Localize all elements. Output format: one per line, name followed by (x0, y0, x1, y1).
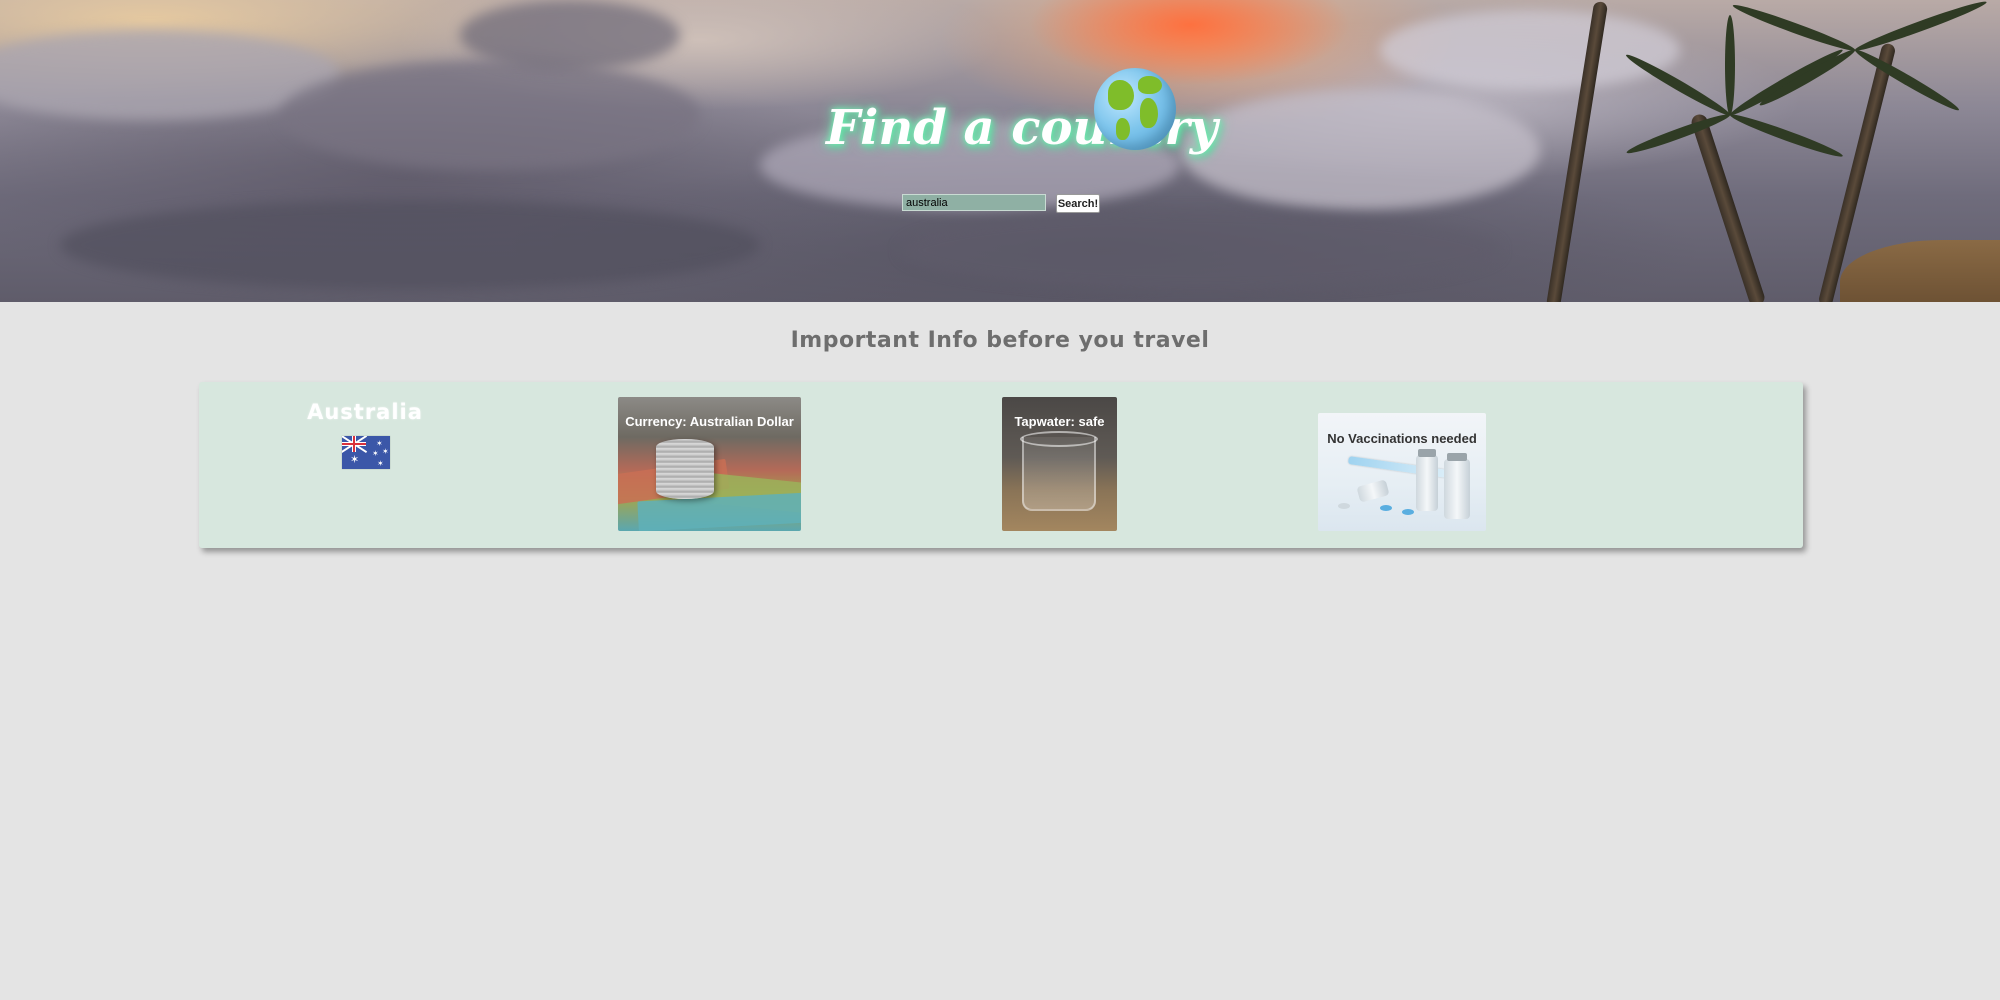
globe-land (1140, 98, 1158, 128)
star-icon: ✶ (350, 454, 360, 466)
star-icon: ✶ (372, 449, 379, 458)
section-heading: Important Info before you travel (790, 328, 1210, 353)
tapwater-label: Tapwater: safe (1014, 414, 1105, 429)
vial-image (1444, 459, 1470, 519)
country-name: Australia (307, 400, 423, 424)
globe-land (1138, 76, 1162, 94)
globe-land (1108, 80, 1134, 110)
search-input[interactable] (902, 194, 1046, 211)
palm-tree-trunk (1689, 112, 1767, 302)
vial-cap (1447, 453, 1467, 461)
search-button[interactable]: Search! (1056, 194, 1100, 213)
cloud-decoration (60, 200, 760, 290)
banknote-image (637, 492, 801, 531)
palm-leaf (1731, 0, 1857, 55)
palm-leaf (1623, 50, 1733, 120)
cloud-decoration (280, 60, 700, 170)
palm-leaf (1728, 110, 1845, 161)
hero-banner: Find a country Search! (0, 0, 2000, 302)
palm-leaf (1853, 0, 1989, 55)
globe-land (1116, 118, 1130, 140)
palm-leaf (1757, 45, 1858, 110)
palm-leaf (1725, 15, 1735, 115)
pill-image (1380, 505, 1392, 511)
vaccination-label: No Vaccinations needed (1327, 431, 1477, 446)
water-glass-image (1022, 437, 1096, 511)
currency-label: Currency: Australian Dollar (625, 414, 794, 429)
vial-image (1416, 455, 1438, 511)
pill-image (1402, 509, 1414, 515)
currency-card: Currency: Australian Dollar (618, 397, 801, 531)
cloud-decoration (1380, 10, 1680, 90)
pill-image (1338, 503, 1350, 509)
cloud-decoration (1180, 90, 1540, 210)
australia-flag-icon: ✶ ✶ ✶ ✶ ✶ (342, 436, 390, 469)
country-info-panel (199, 382, 1803, 548)
star-icon: ✶ (377, 459, 384, 468)
vaccination-card: No Vaccinations needed (1318, 413, 1486, 531)
vial-image (1356, 479, 1390, 503)
water-glass-rim (1020, 431, 1098, 447)
tapwater-card: Tapwater: safe (1002, 397, 1117, 531)
globe-icon (1094, 68, 1176, 150)
vial-cap (1418, 449, 1436, 457)
coin-stack-image (656, 439, 714, 499)
cloud-decoration (900, 210, 1500, 290)
flag-stripe (353, 436, 355, 452)
cloud-decoration (460, 0, 680, 70)
thatched-roof (1840, 240, 2000, 302)
palm-leaf (1727, 45, 1846, 120)
star-icon: ✶ (382, 447, 389, 456)
